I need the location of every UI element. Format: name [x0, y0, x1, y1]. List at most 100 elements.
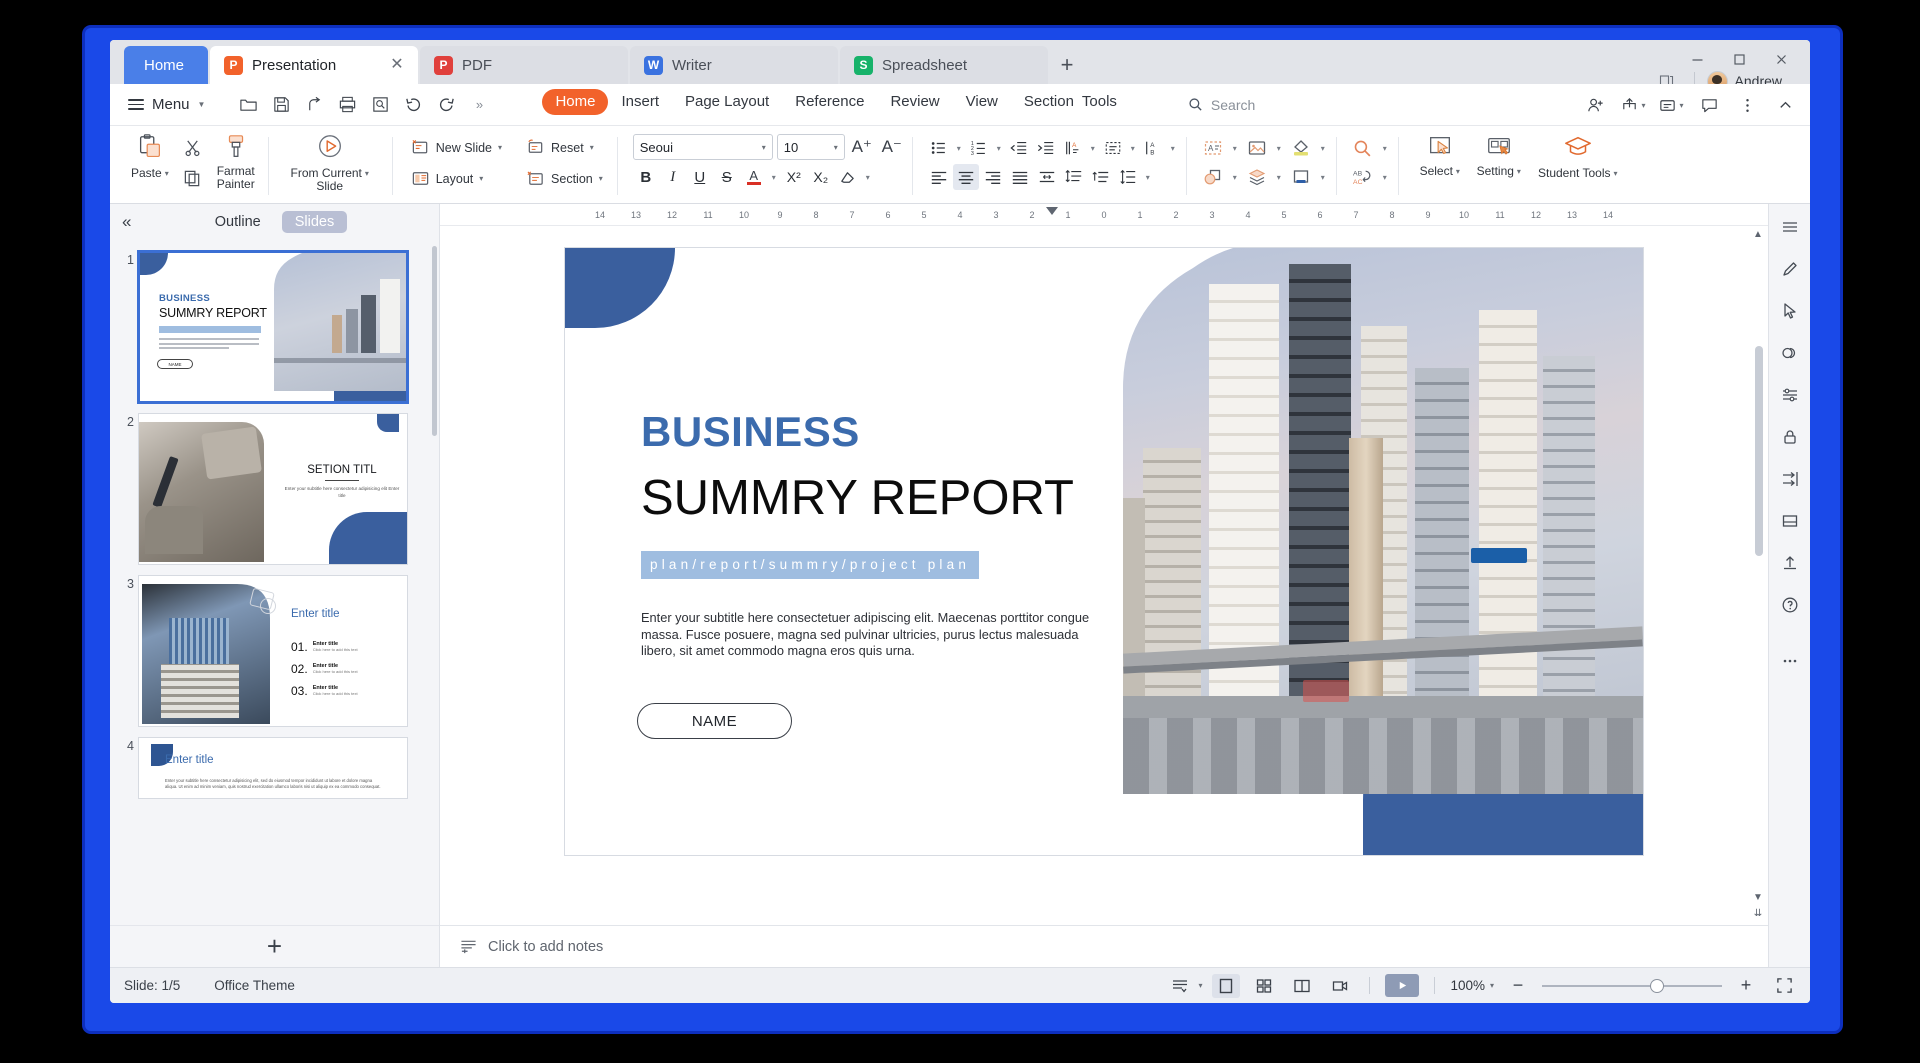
print-icon[interactable]	[332, 91, 362, 119]
paste-button[interactable]: Paste ▾	[125, 129, 175, 180]
text-direction-dropdown[interactable]: ▾	[1087, 135, 1099, 161]
crop-icon[interactable]	[1775, 508, 1805, 534]
text-align-box-icon[interactable]	[1100, 135, 1126, 161]
from-current-slide-button[interactable]: From Current ▾ Slide	[282, 129, 378, 193]
reading-view-icon[interactable]	[1288, 974, 1316, 998]
fit-to-window-icon[interactable]	[1770, 974, 1798, 998]
cursor-icon[interactable]	[1775, 298, 1805, 324]
numbered-list-icon[interactable]: 123	[966, 135, 992, 161]
tab-slides[interactable]: Slides	[281, 211, 348, 233]
ribbon-tab-view[interactable]: View	[953, 89, 1011, 115]
bold-button[interactable]: B	[633, 164, 659, 190]
italic-button[interactable]: I	[660, 164, 686, 190]
slide-thumbnail-4[interactable]: Enter title Enter your subtitle here con…	[138, 737, 408, 799]
font-size-input[interactable]: 10 ▾	[776, 134, 845, 160]
line-spacing-c-icon[interactable]	[1115, 164, 1141, 190]
tab-presentation[interactable]: P Presentation ✕	[210, 46, 418, 84]
slide-thumbnail-3[interactable]: Enter title 01. Enter title Click here t…	[138, 575, 408, 727]
more-icon[interactable]: »	[464, 91, 494, 119]
comment-icon[interactable]	[1692, 90, 1726, 120]
ruler-indent-marker-left[interactable]	[1046, 207, 1058, 215]
shape-fill-dropdown[interactable]: ▾	[1317, 135, 1329, 161]
numbered-list-dropdown[interactable]: ▾	[993, 135, 1005, 161]
shape-effects-dropdown[interactable]: ▾	[1317, 164, 1329, 190]
strikethrough-button[interactable]: S	[714, 164, 740, 190]
menu-rail-icon[interactable]	[1775, 214, 1805, 240]
chevron-down-icon[interactable]: ▾	[762, 143, 766, 152]
list-item[interactable]: 3 Enter title 01. Enter title Click here…	[110, 570, 439, 732]
zoom-in-button[interactable]: +	[1732, 974, 1760, 998]
clear-format-icon[interactable]	[835, 164, 861, 190]
line-spacing-b-icon[interactable]	[1088, 164, 1114, 190]
shapes-icon[interactable]	[1200, 164, 1226, 190]
play-slideshow-button[interactable]	[1385, 974, 1420, 997]
reset-button[interactable]: Reset ▾	[519, 133, 610, 162]
slide-tagline-text[interactable]: plan/report/summry/project plan	[641, 551, 980, 579]
share-icon[interactable]	[299, 91, 329, 119]
select-button[interactable]: Select ▾	[1412, 129, 1468, 178]
slide-thumbnail-list[interactable]: 1 BUSINESS SUMMRY REPORT NAME 2 SETION T…	[110, 240, 439, 925]
collapse-ribbon-icon[interactable]	[1768, 90, 1802, 120]
font-family-input[interactable]: Seoui ▾	[632, 134, 773, 160]
lock-icon[interactable]	[1775, 424, 1805, 450]
zoom-slider-knob[interactable]	[1650, 978, 1664, 993]
slide-photo[interactable]	[1123, 248, 1643, 794]
slide-body-text[interactable]: Enter your subtitle here consectetuer ad…	[641, 610, 1096, 660]
slide-sorter-icon[interactable]	[1250, 974, 1278, 998]
ribbon-tab-section[interactable]: Section	[1011, 89, 1074, 115]
bullet-list-icon[interactable]	[926, 135, 952, 161]
grow-font-button[interactable]: A⁺	[849, 134, 875, 160]
picture-icon[interactable]	[1244, 135, 1270, 161]
chevron-down-icon[interactable]: ▾	[834, 143, 838, 152]
redo-icon[interactable]	[431, 91, 461, 119]
font-color-button[interactable]: A	[741, 164, 767, 190]
tab-outline[interactable]: Outline	[202, 211, 274, 233]
shape-fill-icon[interactable]	[1288, 135, 1314, 161]
ribbon-tab-review[interactable]: Review	[877, 89, 952, 115]
decrease-indent-icon[interactable]	[1006, 135, 1032, 161]
ribbon-tab-page-layout[interactable]: Page Layout	[672, 89, 782, 115]
tab-spreadsheet[interactable]: S Spreadsheet	[840, 46, 1048, 84]
find-dropdown[interactable]: ▾	[1379, 135, 1391, 161]
list-item[interactable]: 1 BUSINESS SUMMRY REPORT NAME	[110, 246, 439, 408]
align-left-icon[interactable]	[926, 164, 952, 190]
find-icon[interactable]	[1350, 135, 1376, 161]
ribbon-tab-tools[interactable]: Tools	[1069, 89, 1130, 115]
new-slide-button[interactable]: New Slide ▾	[404, 133, 509, 162]
slide-thumbnail-1[interactable]: BUSINESS SUMMRY REPORT NAME	[138, 251, 408, 403]
vertical-text-icon[interactable]: AB	[1140, 135, 1166, 161]
text-box-dropdown[interactable]: ▾	[1229, 135, 1241, 161]
distribute-icon[interactable]	[1034, 164, 1060, 190]
ribbon-tab-insert[interactable]: Insert	[608, 89, 672, 115]
align-right-icon[interactable]	[980, 164, 1006, 190]
student-tools-button[interactable]: Student Tools ▾	[1530, 129, 1626, 180]
section-button[interactable]: Section ▾	[519, 164, 610, 193]
bullet-list-dropdown[interactable]: ▾	[953, 135, 965, 161]
zoom-level-button[interactable]: 100% ▾	[1450, 978, 1494, 993]
setting-button[interactable]: Setting ▾	[1468, 129, 1530, 178]
close-icon[interactable]: ✕	[388, 56, 406, 74]
tab-home[interactable]: Home	[124, 46, 208, 84]
line-spacing-dropdown[interactable]: ▾	[1142, 164, 1154, 190]
slide-title-text[interactable]: SUMMRY REPORT	[641, 470, 1074, 526]
text-align-box-dropdown[interactable]: ▾	[1127, 135, 1139, 161]
shape-effects-icon[interactable]	[1288, 164, 1314, 190]
more-vertical-icon[interactable]	[1730, 90, 1764, 120]
undo-icon[interactable]	[398, 91, 428, 119]
print-preview-icon[interactable]	[365, 91, 395, 119]
clear-format-dropdown[interactable]: ▾	[862, 164, 874, 190]
align-center-icon[interactable]	[952, 164, 979, 190]
ribbon-tab-home[interactable]: Home	[542, 88, 609, 115]
notes-pane[interactable]: Click to add notes	[440, 925, 1768, 967]
layout-button[interactable]: Layout ▾	[404, 164, 509, 193]
scroll-down-icon[interactable]: ▼	[1752, 891, 1764, 903]
slide-canvas[interactable]: BUSINESS SUMMRY REPORT plan/report/summr…	[565, 248, 1643, 855]
add-person-icon[interactable]	[1578, 90, 1612, 120]
menu-button[interactable]: Menu ▼	[110, 90, 215, 120]
pen-icon[interactable]	[1775, 256, 1805, 282]
arrange-dropdown[interactable]: ▾	[1273, 164, 1285, 190]
record-icon[interactable]	[1326, 974, 1354, 998]
arrange-icon[interactable]	[1244, 164, 1270, 190]
zoom-out-button[interactable]: −	[1504, 974, 1532, 998]
copy-button[interactable]	[175, 164, 211, 193]
